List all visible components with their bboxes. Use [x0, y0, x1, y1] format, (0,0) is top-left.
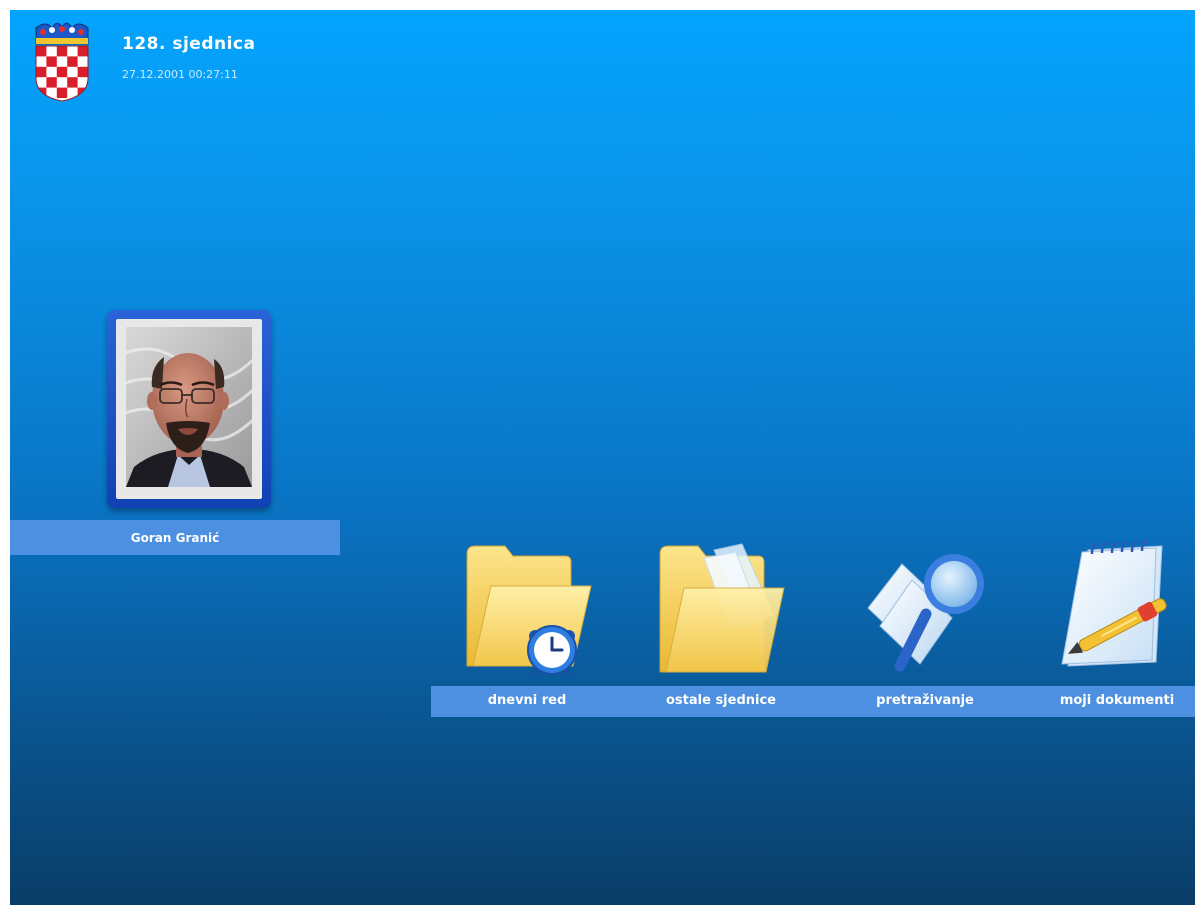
profile-photo-mat — [116, 319, 262, 499]
main-screen: 128. sjednica 27.12.2001 00:27:11 Goran … — [10, 10, 1195, 905]
menu-item-moji-dokumenti[interactable]: moji dokumenti — [1060, 693, 1174, 708]
notepad-pen-icon[interactable] — [1058, 538, 1188, 678]
main-menu-bar: dnevni red ostale sjednice pretraživanje… — [431, 686, 1195, 717]
profile-photo — [126, 327, 252, 487]
user-name-bar: Goran Granić — [10, 520, 340, 555]
croatian-coat-of-arms-icon — [35, 22, 89, 102]
user-name: Goran Granić — [130, 530, 220, 545]
profile-photo-frame — [107, 310, 271, 508]
open-folder-icon[interactable] — [658, 542, 788, 678]
menu-item-ostale-sjednice[interactable]: ostale sjednice — [666, 693, 776, 708]
search-documents-icon[interactable] — [862, 544, 992, 678]
session-datetime: 27.12.2001 00:27:11 — [122, 68, 238, 81]
session-title: 128. sjednica — [122, 34, 256, 54]
menu-item-dnevni-red[interactable]: dnevni red — [488, 693, 567, 708]
folder-clock-icon[interactable] — [465, 542, 595, 678]
session-header: 128. sjednica 27.12.2001 00:27:11 — [10, 10, 610, 102]
menu-item-pretrazivanje[interactable]: pretraživanje — [876, 693, 974, 708]
